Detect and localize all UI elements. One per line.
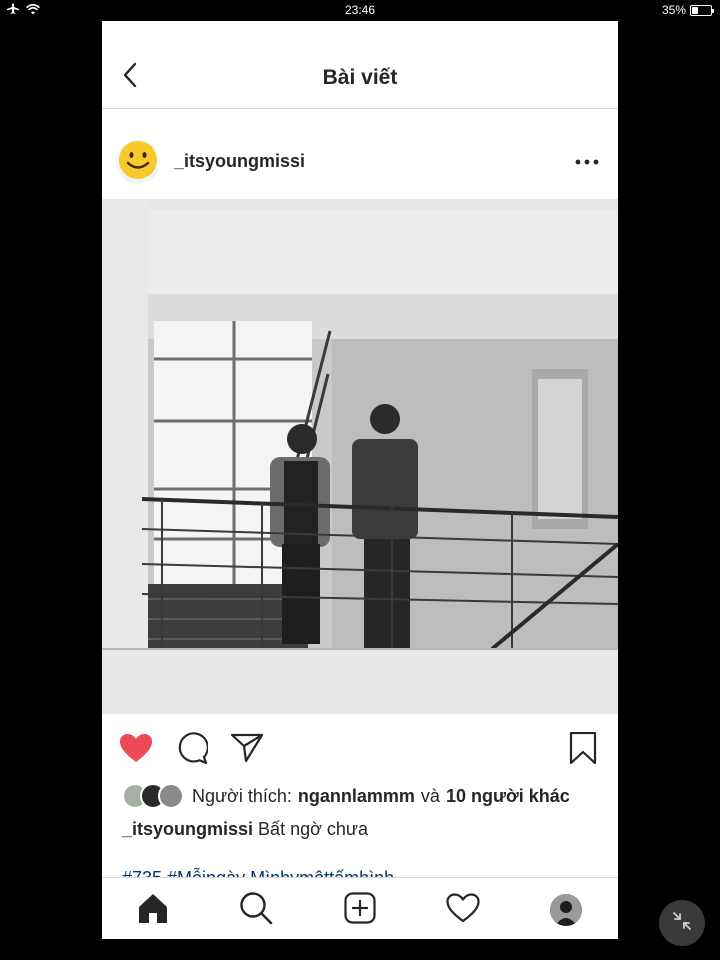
tab-profile[interactable] [546, 890, 586, 930]
share-button[interactable] [229, 732, 265, 768]
post-username[interactable]: _itsyoungmissi [174, 151, 305, 172]
nav-header: Bài viết [102, 21, 618, 109]
hashtags[interactable]: #735 #Mỗingày Mìnhvmộttấmhình [122, 865, 394, 877]
liker-avatars[interactable] [122, 783, 184, 809]
status-time: 23:46 [344, 3, 376, 17]
post-screen: Bài viết _itsyoungmissi Người thích: nga… [102, 21, 618, 939]
plus-square-icon [344, 891, 376, 929]
comment-button[interactable] [174, 731, 210, 769]
bookmark-icon [569, 731, 597, 769]
post-photo[interactable] [102, 199, 618, 714]
tab-new-post[interactable] [340, 890, 380, 930]
more-options-button[interactable] [572, 149, 602, 173]
search-icon [239, 891, 273, 930]
likes-user-link[interactable]: ngannlammm [298, 786, 415, 807]
page-title: Bài viết [322, 66, 398, 89]
likes-conjunction: và [420, 785, 440, 806]
status-right: 35% [661, 3, 714, 17]
comment-icon [176, 731, 209, 769]
like-button[interactable] [118, 732, 154, 768]
tab-bar [102, 877, 618, 939]
likes-prefix: Người thích: [192, 785, 292, 806]
caption-text: Bất ngờ chưa [258, 819, 368, 839]
send-icon [230, 733, 264, 768]
save-button[interactable] [565, 731, 601, 769]
tab-activity[interactable] [443, 890, 483, 930]
caption-username[interactable]: _itsyoungmissi [122, 819, 253, 839]
post-avatar[interactable] [116, 140, 160, 184]
liker-avatar [158, 783, 184, 809]
tab-home[interactable] [133, 890, 173, 930]
action-bar [102, 726, 618, 772]
heart-filled-icon [119, 733, 153, 768]
home-icon [137, 892, 169, 929]
likes-others-link[interactable]: 10 người khác [446, 786, 570, 807]
heart-outline-icon [446, 892, 480, 928]
smiley-icon [118, 140, 158, 185]
more-horizontal-icon [575, 152, 599, 170]
likes-summary: Người thích: ngannlammm và 10 người khác [122, 781, 570, 811]
battery-percent: 35% [661, 3, 686, 17]
minimize-arrows-icon [671, 910, 693, 937]
post-caption: _itsyoungmissi Bất ngờ chưa [122, 819, 368, 840]
minimize-button[interactable] [659, 900, 705, 946]
status-bar: 23:46 35% [0, 0, 720, 20]
tab-search[interactable] [236, 890, 276, 930]
battery-icon [690, 4, 714, 16]
profile-avatar [550, 894, 582, 926]
battery-level [692, 6, 698, 14]
post-header: _itsyoungmissi [102, 121, 618, 199]
